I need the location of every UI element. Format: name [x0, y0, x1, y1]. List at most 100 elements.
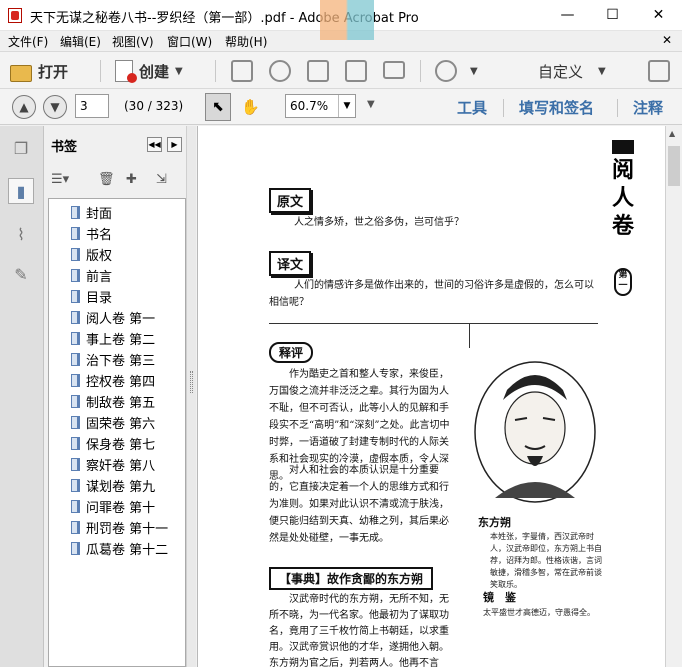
create-label: 创建 [139, 62, 170, 81]
chevron-down-icon[interactable]: ▼ [338, 95, 355, 117]
menu-file[interactable]: 文件(F) [8, 33, 48, 50]
navigation-toolbar: ▲ ▼ (30 / 323) ⬉ ✋ ▼ ▼ 工具 填写和签名 注释 [0, 89, 682, 125]
commentary-label: 释评 [269, 342, 314, 363]
menu-help[interactable]: 帮助(H) [225, 33, 267, 50]
section-divider [269, 323, 598, 324]
story-text: 汉武帝时代的东方朔，无所不知，无所不晓，为一代名家。他最初为了谋取功名，竟用了三… [269, 594, 449, 667]
navigation-pane-strip: ❐ ▮ ⌇ ✎ [0, 126, 44, 667]
bookmark-icon [71, 374, 80, 387]
bookmark-item[interactable]: 事上卷 第二 [71, 329, 155, 348]
fullscreen-icon[interactable] [648, 60, 670, 82]
customize-dropdown[interactable]: 自定义 [538, 61, 583, 82]
toolbar-divider [215, 60, 216, 82]
bookmarks-toolbar: ☰▾ 🗑 ✚ ⇲ [45, 166, 186, 196]
panel-forward-icon[interactable]: ▶ [167, 137, 182, 152]
original-label: 原文 [269, 188, 312, 213]
main-toolbar: 打开 创建 ▼ ▼ 自定义 ▼ [0, 51, 682, 89]
bookmark-icon [71, 521, 80, 534]
bookmark-item[interactable]: 察奸卷 第八 [71, 455, 155, 474]
menu-window[interactable]: 窗口(W) [167, 33, 212, 50]
previous-page-button[interactable]: ▲ [12, 95, 36, 119]
chevron-down-icon[interactable]: ▼ [470, 66, 478, 77]
bookmarks-icon[interactable]: ▮ [8, 178, 34, 204]
chevron-down-icon: ▼ [175, 65, 183, 77]
portrait-description: 本姓张，字曼倩，西汉武帝时人，汉武帝即位，东方朔上书自荐，诏拜为郎。性格诙谐，言… [490, 532, 602, 589]
bookmark-icon [71, 332, 80, 345]
bookmark-item[interactable]: 前言 [71, 266, 112, 285]
email-icon[interactable] [383, 61, 405, 79]
vertical-scrollbar[interactable]: ▲ [665, 126, 682, 667]
zoom-combobox[interactable]: ▼ [285, 94, 356, 118]
tab-tools[interactable]: 工具 [457, 97, 487, 118]
bookmark-icon [71, 437, 80, 450]
select-tool-icon[interactable]: ⬉ [205, 93, 231, 121]
bookmarks-list: 封面 书名 版权 前言 目录 阅人卷 第一 事上卷 第二 治下卷 第三 控权卷 … [48, 198, 186, 667]
chevron-down-icon[interactable]: ▼ [598, 66, 606, 77]
bookmark-item[interactable]: 谋划卷 第九 [71, 476, 155, 495]
maximize-button[interactable]: ☐ [590, 0, 635, 31]
portrait-caption: 东方朔 [478, 516, 511, 529]
bookmark-icon [71, 227, 80, 240]
new-bookmark-icon[interactable]: ✚ [126, 172, 137, 187]
open-button[interactable]: 打开 [10, 57, 68, 85]
splitter-grip[interactable] [190, 371, 193, 393]
document-view[interactable]: 阅 人 卷 第一 原文 人之情多矫，世之俗多伪，岂可信乎？ 译文 人们的情感许多… [197, 126, 665, 667]
bookmark-item[interactable]: 书名 [71, 224, 112, 243]
options-menu-icon[interactable]: ☰▾ [51, 172, 69, 187]
bookmark-icon [71, 500, 80, 513]
gear-icon[interactable] [435, 60, 457, 82]
bookmark-item[interactable]: 保身卷 第七 [71, 434, 155, 453]
pdf-page: 阅 人 卷 第一 原文 人之情多矫，世之俗多伪，岂可信乎？ 译文 人们的情感许多… [198, 126, 665, 667]
bookmark-item[interactable]: 目录 [71, 287, 112, 306]
bookmark-item[interactable]: 治下卷 第三 [71, 350, 155, 369]
more-tools-icon[interactable]: ▼ [367, 99, 375, 110]
next-page-button[interactable]: ▼ [43, 95, 67, 119]
toolbar-divider [100, 60, 101, 82]
page-thumbnails-icon[interactable]: ❐ [8, 136, 34, 162]
page-count: (30 / 323) [124, 99, 184, 113]
menu-view[interactable]: 视图(V) [112, 33, 154, 50]
minimize-button[interactable]: — [545, 0, 590, 31]
mirror-text: 太平盛世才高德迈，守愚得全。 [483, 608, 595, 617]
translation-text: 人们的情感许多是做作出来的，世间的习俗许多是虚假的，怎么可以相信呢？ [269, 280, 594, 308]
mirror-label: 镜 鉴 [483, 591, 516, 604]
bookmark-item[interactable]: 固荣卷 第六 [71, 413, 155, 432]
tab-comment[interactable]: 注释 [633, 97, 663, 118]
bookmark-item[interactable]: 问罪卷 第十 [71, 497, 155, 516]
attachments-icon[interactable]: ⌇ [8, 222, 34, 248]
hand-tool-icon[interactable]: ✋ [241, 98, 260, 116]
scrollbar-thumb[interactable] [668, 146, 680, 186]
bookmark-item[interactable]: 阅人卷 第一 [71, 308, 155, 327]
bookmark-from-selection-icon[interactable]: ⇲ [156, 172, 167, 187]
bookmark-icon [71, 269, 80, 282]
document-close-icon[interactable]: ✕ [662, 33, 672, 47]
bookmark-icon [71, 290, 80, 303]
tab-fill-sign[interactable]: 填写和签名 [519, 97, 594, 118]
bookmarks-panel: 书签 ◀◀ ▶ ☰▾ 🗑 ✚ ⇲ 封面 书名 版权 前言 目录 阅人卷 第一 事… [45, 126, 186, 667]
signatures-icon[interactable]: ✎ [8, 262, 34, 288]
bookmark-icon [71, 395, 80, 408]
bookmark-item[interactable]: 控权卷 第四 [71, 371, 155, 390]
bookmark-item[interactable]: 制敌卷 第五 [71, 392, 155, 411]
panel-splitter[interactable] [186, 126, 196, 667]
bookmark-item[interactable]: 瓜葛卷 第十二 [71, 539, 168, 558]
bookmark-item[interactable]: 刑罚卷 第十一 [71, 518, 168, 537]
translation-label: 译文 [269, 251, 312, 276]
menu-edit[interactable]: 编辑(E) [60, 33, 101, 50]
page-number-input[interactable] [75, 94, 109, 118]
edit-document-icon[interactable] [345, 60, 367, 82]
title-bar-ornament [612, 140, 634, 154]
bookmark-item[interactable]: 封面 [71, 203, 112, 222]
title-bar: 天下无谋之秘卷八书--罗织经（第一部）.pdf - Adobe Acrobat … [0, 0, 682, 40]
upload-cloud-icon[interactable] [269, 60, 291, 82]
bookmark-item[interactable]: 版权 [71, 245, 112, 264]
print-icon[interactable] [307, 60, 329, 82]
save-icon[interactable] [231, 60, 253, 82]
create-button[interactable]: 创建 ▼ [115, 57, 183, 85]
trash-icon[interactable]: 🗑 [98, 172, 115, 187]
collapse-panel-icon[interactable]: ◀◀ [147, 137, 162, 152]
zoom-input[interactable] [286, 95, 338, 117]
scroll-up-icon[interactable]: ▲ [669, 129, 675, 138]
commentary-text-2: 对人和社会的本质认识是十分重要的，它直接决定着一个人的思维方式和行为准则。如果对… [269, 465, 449, 544]
close-button[interactable]: ✕ [636, 0, 681, 31]
